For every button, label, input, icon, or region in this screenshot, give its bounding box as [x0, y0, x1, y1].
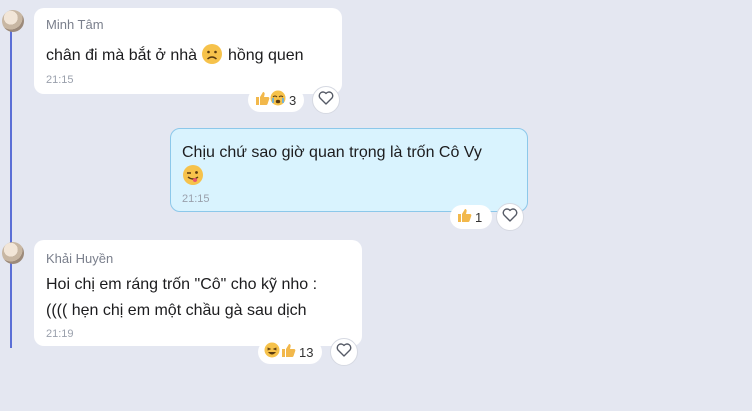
- thread-line: [10, 28, 12, 348]
- avatar[interactable]: [2, 242, 24, 264]
- heart-outline-icon: [336, 342, 352, 362]
- message-time: 21:19: [46, 328, 74, 340]
- thumbs-up-icon: [254, 90, 270, 111]
- reaction-summary[interactable]: 1: [450, 205, 492, 229]
- message-time: 21:15: [182, 193, 210, 205]
- message-text: Chịu chứ sao giờ quan trọng là trốn Cô V…: [182, 144, 482, 161]
- react-heart-button[interactable]: [312, 86, 340, 114]
- sad-face-icon: [201, 43, 223, 69]
- reaction-count: 1: [475, 209, 483, 225]
- reaction-summary[interactable]: 13: [258, 340, 322, 364]
- heart-outline-icon: [502, 207, 518, 227]
- sender-name[interactable]: Minh Tâm: [46, 17, 104, 32]
- crying-face-icon: [270, 90, 286, 111]
- reaction-summary[interactable]: 3: [248, 88, 304, 112]
- message-text: Hoi chị em ráng trốn "Cô" cho kỹ nho : (…: [46, 276, 318, 319]
- avatar[interactable]: [2, 10, 24, 32]
- laughing-face-icon: [264, 342, 280, 363]
- heart-outline-icon: [318, 90, 334, 110]
- react-heart-button[interactable]: [496, 203, 524, 231]
- react-heart-button[interactable]: [330, 338, 358, 366]
- thumbs-up-icon: [280, 342, 296, 363]
- message-text: chân đi mà bắt ở nhà hồng quen: [46, 43, 304, 69]
- reaction-count: 3: [289, 92, 297, 108]
- tongue-face-icon: [182, 164, 204, 191]
- message-time: 21:15: [46, 74, 74, 86]
- reaction-count: 13: [299, 344, 314, 360]
- sender-name[interactable]: Khải Huyền: [46, 251, 113, 266]
- thumbs-up-icon: [456, 207, 472, 228]
